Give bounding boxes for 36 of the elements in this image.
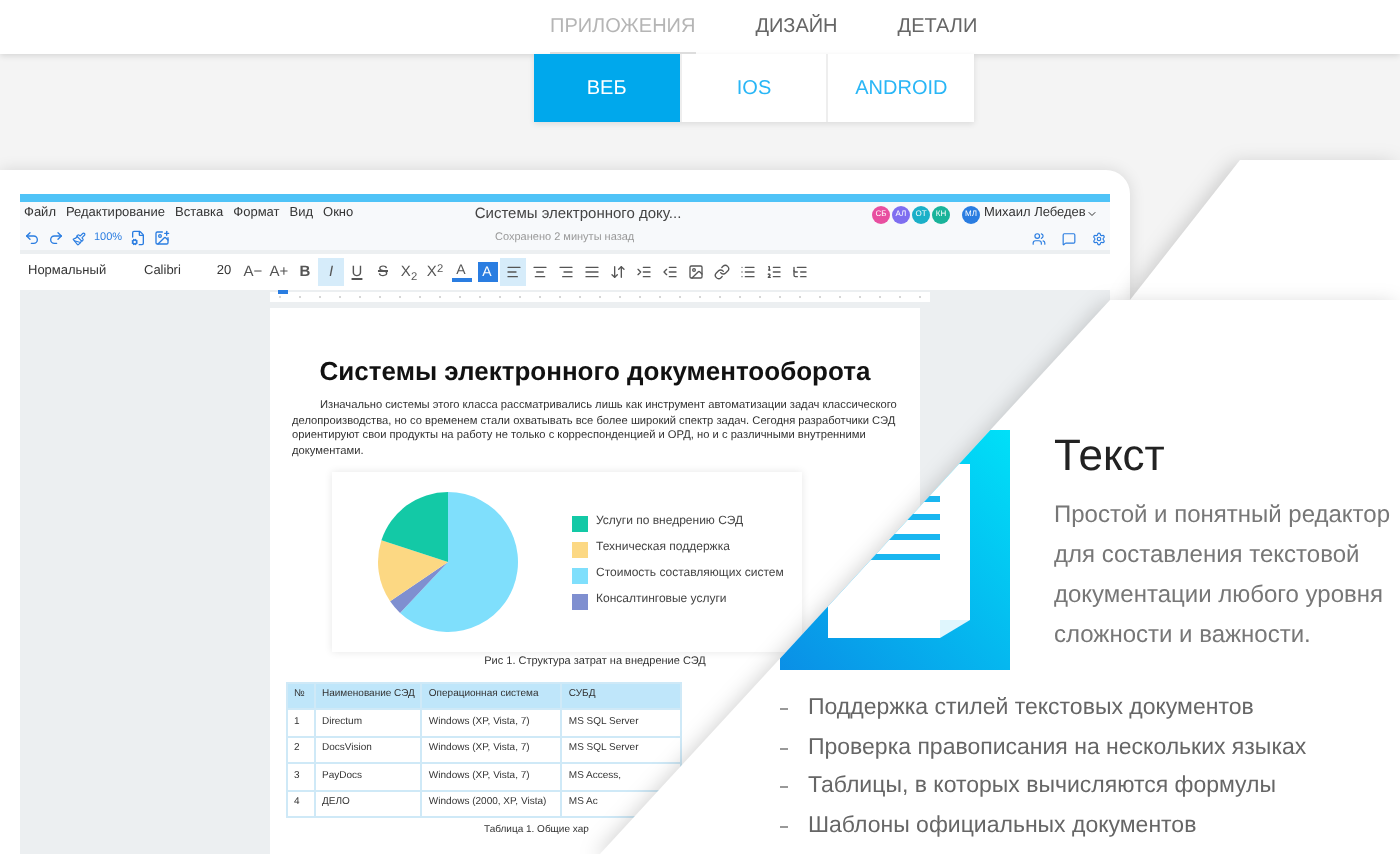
caret-icon — [1085, 208, 1098, 220]
comment-icon[interactable] — [1062, 231, 1076, 245]
list-dash — [780, 708, 788, 711]
image-icon[interactable] — [154, 230, 171, 246]
indent-icon — [635, 264, 651, 280]
nav-tab[interactable]: ДЕТАЛИ — [897, 0, 978, 54]
feature-point: Шаблоны официальных документов — [808, 811, 1197, 842]
line-spacing-icon — [609, 264, 625, 280]
document-settings-icon[interactable] — [130, 230, 147, 246]
settings-icon[interactable] — [1092, 231, 1106, 245]
align-right-icon — [557, 264, 573, 280]
feature-description: Простой и понятный редактор для составления текстовой документации любого уровня сложности и важности. — [1054, 498, 1393, 652]
link-icon — [713, 264, 729, 280]
pie-chart-drawing — [376, 490, 520, 634]
brush-icon[interactable] — [72, 231, 86, 245]
align-center-icon — [531, 264, 547, 280]
nav-tab[interactable]: ДИЗАЙН — [755, 0, 838, 54]
users-icon[interactable] — [1032, 231, 1046, 245]
numbered-list-icon — [765, 264, 781, 280]
bullet-list-icon — [739, 264, 755, 280]
align-left-icon — [505, 264, 521, 280]
list-dash — [780, 747, 788, 750]
list-dash — [780, 825, 788, 828]
image-icon — [687, 264, 703, 280]
redo-icon[interactable] — [48, 230, 64, 246]
outdent-icon — [661, 264, 677, 280]
align-left-button[interactable] — [500, 258, 526, 286]
feature-point: Таблицы, в которых вычисляются формулы — [808, 772, 1277, 803]
list-dash — [780, 786, 788, 789]
feature-point: Поддержка стилей текстовых документов — [808, 694, 1254, 725]
feature-point: Проверка правописания на нескольких языках — [808, 733, 1307, 764]
undo-icon[interactable] — [24, 230, 40, 246]
feature-title: Текст — [1054, 430, 1167, 482]
document-heading: Системы электронного документооборота — [317, 356, 873, 388]
multilevel-list-icon — [791, 264, 807, 280]
justify-icon — [583, 264, 599, 280]
